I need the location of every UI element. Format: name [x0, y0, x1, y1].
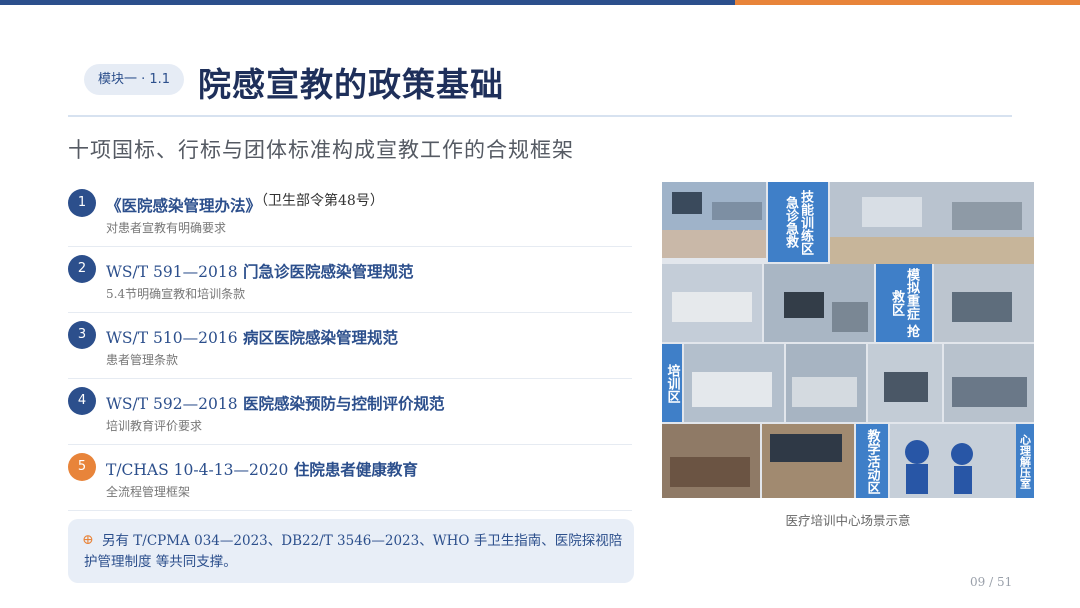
list-item: 3 WS/T 510—2016 病区医院感染管理规范 患者管理条款	[68, 314, 632, 379]
title-divider	[68, 115, 1012, 117]
item-title: 《医院感染管理办法》（卫生部令第48号）	[106, 193, 384, 216]
item-code: T/CHAS 10-4-13—2020	[106, 461, 289, 479]
list-item: 5 T/CHAS 10-4-13—2020 住院患者健康教育 全流程管理框架	[68, 446, 632, 511]
list-item: 1 《医院感染管理办法》（卫生部令第48号） 对患者宣教有明确要求	[68, 182, 632, 247]
item-description: 患者管理条款	[106, 353, 179, 367]
page-indicator: 09 / 51	[970, 575, 1013, 589]
item-number-badge: 2	[68, 255, 96, 283]
item-title: T/CHAS 10-4-13—2020 住院患者健康教育	[106, 458, 418, 480]
zone-label-training: 培训区	[662, 344, 682, 422]
item-name: 门急诊医院感染管理规范	[242, 263, 414, 281]
item-number-badge: 1	[68, 189, 96, 217]
item-title: WS/T 510—2016 病区医院感染管理规范	[106, 326, 398, 348]
item-description: 对患者宣教有明确要求	[106, 221, 227, 235]
item-name: 病区医院感染管理规范	[242, 329, 398, 347]
training-center-photo-collage: 技能训练区 急诊急救 模拟重症 抢救区 培训区 教学活动区 心理解压室	[662, 182, 1034, 498]
note-box: ⊕ 另有 T/CPMA 034—2023、DB22/T 3546—2023、WH…	[68, 519, 634, 583]
top-accent-bar-blue	[0, 0, 735, 5]
item-extra: （卫生部令第48号）	[261, 193, 384, 209]
item-code: WS/T 591—2018	[106, 263, 238, 281]
item-description: 培训教育评价要求	[106, 419, 203, 433]
item-description: 5.4节明确宣教和培训条款	[106, 287, 246, 301]
item-name: 医院感染预防与控制评价规范	[242, 395, 445, 413]
zone-label-psych: 心理解压室	[1016, 424, 1034, 498]
page-title: 院感宣教的政策基础	[198, 65, 504, 104]
list-item: 2 WS/T 591—2018 门急诊医院感染管理规范 5.4节明确宣教和培训条…	[68, 248, 632, 313]
item-number-badge: 5	[68, 453, 96, 481]
item-code: WS/T 592—2018	[106, 395, 238, 413]
zone-label-rescue: 模拟重症 抢救区	[876, 264, 932, 342]
item-number-badge: 3	[68, 321, 96, 349]
standards-list: 1 《医院感染管理办法》（卫生部令第48号） 对患者宣教有明确要求 2 WS/T…	[68, 182, 632, 512]
note-text: 另有 T/CPMA 034—2023、DB22/T 3546—2023、WHO …	[84, 533, 623, 570]
zone-label-skills: 技能训练区 急诊急救	[768, 182, 828, 262]
photo-collage-image	[662, 182, 1034, 498]
item-number-badge: 4	[68, 387, 96, 415]
module-tag: 模块一 · 1.1	[84, 64, 185, 95]
item-title: WS/T 592—2018 医院感染预防与控制评价规范	[106, 392, 445, 414]
list-item: 4 WS/T 592—2018 医院感染预防与控制评价规范 培训教育评价要求	[68, 380, 632, 445]
item-name: 住院患者健康教育	[293, 461, 418, 479]
item-description: 全流程管理框架	[106, 485, 191, 499]
top-accent-bar-orange	[735, 0, 1080, 5]
item-name: 《医院感染管理办法》	[106, 197, 262, 215]
photo-caption: 医疗培训中心场景示意	[785, 513, 911, 528]
zone-label-teaching: 教学活动区	[856, 424, 888, 498]
page-subtitle: 十项国标、行标与团体标准构成宣教工作的合规框架	[68, 138, 574, 162]
item-code: WS/T 510—2016	[106, 329, 238, 347]
item-title: WS/T 591—2018 门急诊医院感染管理规范	[106, 260, 414, 282]
